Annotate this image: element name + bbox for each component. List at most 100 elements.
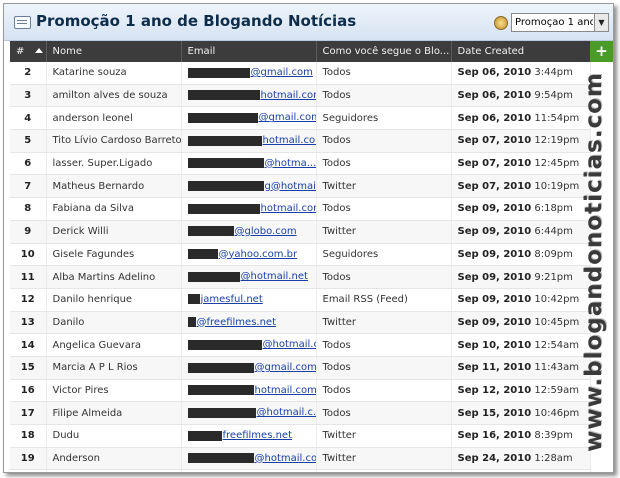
row-name: Katarine souza xyxy=(46,62,182,85)
row-date-time: 12:54am xyxy=(534,339,580,351)
redaction-bar xyxy=(187,385,254,396)
email-link[interactable]: @hotma... xyxy=(265,158,316,169)
table-row[interactable]: 6 lasser. Super.Ligado @hotma... Todos Sep 0… xyxy=(10,152,591,176)
table-row[interactable]: 12 Danilo henrique jamesful.net Email RSS (… xyxy=(10,288,591,312)
email-link[interactable]: @hotmail.net xyxy=(241,271,308,282)
row-email: @freefilmes.net xyxy=(181,311,317,335)
table-row[interactable]: 13 Danilo @freefilmes.net Twitter Sep 09, 20… xyxy=(10,311,591,335)
email-link[interactable]: @hotmail.c... xyxy=(263,339,316,350)
row-date: Sep 09, 2010 10:45pm xyxy=(451,311,591,335)
row-segue: Todos xyxy=(316,62,452,85)
row-segue: Todos xyxy=(316,265,452,289)
row-email: @hotmail.c... xyxy=(181,401,317,425)
row-name: Dudu xyxy=(46,424,182,448)
table-row[interactable]: 5Tito Lívio Cardoso Barreto hotmail.comTo… xyxy=(10,129,591,153)
column-header-segue[interactable]: Como você segue o Blo... xyxy=(316,41,452,62)
row-email: hotmail.com xyxy=(181,129,317,153)
table-row[interactable]: 10 Gisele Fagundes @yahoo.com.br Seguidores… xyxy=(10,243,591,267)
row-date-day: Sep 07, 2010 xyxy=(457,158,532,170)
table-row[interactable]: 11 Alba Martins Adelino @hotmail.net Todos S… xyxy=(10,265,591,289)
email-link[interactable]: hotmail.com xyxy=(261,90,316,101)
row-segue: Todos xyxy=(316,197,452,221)
row-number: 6 xyxy=(10,152,47,176)
email-link[interactable]: @hotmail.com xyxy=(255,453,316,464)
table-row[interactable]: 20Welitonl@hotmail.comSeguidoresSep 29, … xyxy=(10,469,591,472)
row-email: @gmail.com xyxy=(181,62,317,85)
redaction-bar xyxy=(187,407,256,418)
row-name: lasser. Super.Ligado xyxy=(46,152,182,176)
row-number: 3 xyxy=(10,84,47,108)
email-link[interactable]: @gmail.com xyxy=(259,112,316,123)
table-header-row: # Nome Email Como você segue o Blo... Da… xyxy=(10,41,591,62)
table-row[interactable]: 9 Derick Willi @globo.com Twitter Sep 09, 20… xyxy=(10,220,591,244)
add-column-button[interactable]: + xyxy=(590,41,613,62)
email-link[interactable]: jamesful.net xyxy=(201,294,263,305)
table-row[interactable]: 3amilton alves de souzahotmail.comTodosS… xyxy=(10,84,591,108)
row-email: @gmail.com xyxy=(181,106,317,131)
row-name: amilton alves de souza xyxy=(46,84,182,108)
row-date-time: 10:46pm xyxy=(534,407,580,419)
table-row[interactable]: 16 Victor Pires hotmail.com Todos Sep 12, 20… xyxy=(10,379,591,403)
email-link[interactable]: g@hotmail.com xyxy=(265,181,316,192)
row-email: @globo.com xyxy=(181,220,317,244)
row-number: 9 xyxy=(10,220,47,244)
row-date-time: 6:18pm xyxy=(534,203,573,215)
table-row[interactable]: 2 Katarine souza @gmail.com Todos Sep 06, 20… xyxy=(10,62,591,85)
table-row[interactable]: 15 Marcia A P L Rios @gmail.com Todos Sep 11… xyxy=(10,356,591,380)
redaction-bar xyxy=(187,203,260,214)
row-number: 4 xyxy=(10,106,47,131)
column-header-index[interactable]: # xyxy=(10,41,47,62)
row-name: Tito Lívio Cardoso Barreto xyxy=(46,129,182,153)
table-row[interactable]: 18 Dudu freefilmes.net Twitter Sep 16, 2010 … xyxy=(10,424,591,448)
column-header-date-created[interactable]: Date Created xyxy=(451,41,591,62)
row-segue: Seguidores xyxy=(316,106,452,131)
row-date: Sep 16, 2010 8:39pm xyxy=(451,424,591,448)
email-link[interactable]: hotmail.com xyxy=(263,135,316,146)
email-link[interactable]: @gmail.com xyxy=(255,362,316,373)
email-link[interactable]: hotmail.com xyxy=(261,203,316,214)
table-row[interactable]: 7Matheus Bernardog@hotmail.comTwitterSep… xyxy=(10,174,591,199)
email-link[interactable]: freefilmes.net xyxy=(223,430,293,441)
row-date: Sep 09, 2010 9:21pm xyxy=(451,265,591,289)
row-date-time: 9:21pm xyxy=(534,271,573,283)
row-date-time: 6:44pm xyxy=(534,226,573,238)
redaction-bar xyxy=(187,112,258,123)
table-row[interactable]: 19Anderson@hotmail.comTwitterSep 24, 201… xyxy=(10,447,591,471)
email-link[interactable]: @hotmail.c... xyxy=(257,407,316,418)
row-date: Sep 07, 2010 12:45pm xyxy=(451,152,591,176)
row-segue: Twitter xyxy=(316,174,452,199)
email-link[interactable]: @globo.com xyxy=(235,226,297,237)
email-link[interactable]: @freefilmes.net xyxy=(197,317,277,328)
row-email: hotmail.com xyxy=(181,379,317,403)
redaction-bar xyxy=(187,294,200,305)
row-name: Victor Pires xyxy=(46,379,182,403)
row-name: anderson leonel xyxy=(46,106,182,131)
row-date-time: 11:54pm xyxy=(534,112,580,124)
table-row[interactable]: 14Angelica Guevara@hotmail.c...TodosSep … xyxy=(10,333,591,357)
row-number: 7 xyxy=(10,174,47,199)
row-name: Angelica Guevara xyxy=(46,333,182,357)
form-selector[interactable]: Promoçao 1 ano de B ▼ xyxy=(511,13,609,32)
sort-ascending-icon[interactable] xyxy=(35,48,43,53)
table-row[interactable]: 4 anderson leonel @gmail.com Seguidores Sep … xyxy=(10,106,591,131)
email-link[interactable]: hotmail.com xyxy=(255,385,316,396)
email-link[interactable]: @yahoo.com.br xyxy=(219,249,298,260)
row-date-day: Sep 12, 2010 xyxy=(457,384,532,396)
row-date-time: 8:39pm xyxy=(534,430,573,442)
email-link[interactable]: @gmail.com xyxy=(251,67,313,78)
redaction-bar xyxy=(187,181,264,192)
column-header-email[interactable]: Email xyxy=(181,41,317,62)
row-name: Matheus Bernardo xyxy=(46,174,182,199)
row-segue: Seguidores xyxy=(316,243,452,267)
settings-icon[interactable] xyxy=(494,16,508,30)
redaction-bar xyxy=(187,226,234,237)
table-row[interactable]: 17 Filipe Almeida @hotmail.c... Todos Sep 15… xyxy=(10,401,591,425)
redaction-bar xyxy=(187,67,250,78)
row-date: Sep 10, 2010 12:54am xyxy=(451,333,591,357)
chevron-down-icon[interactable]: ▼ xyxy=(594,14,608,31)
row-date: Sep 09, 2010 8:09pm xyxy=(451,243,591,267)
redaction-bar xyxy=(187,339,262,350)
row-email: hotmail.com xyxy=(181,84,317,108)
column-header-nome[interactable]: Nome xyxy=(46,41,182,62)
table-row[interactable]: 8Fabiana da Silvahotmail.comTodosSep 09,… xyxy=(10,197,591,221)
